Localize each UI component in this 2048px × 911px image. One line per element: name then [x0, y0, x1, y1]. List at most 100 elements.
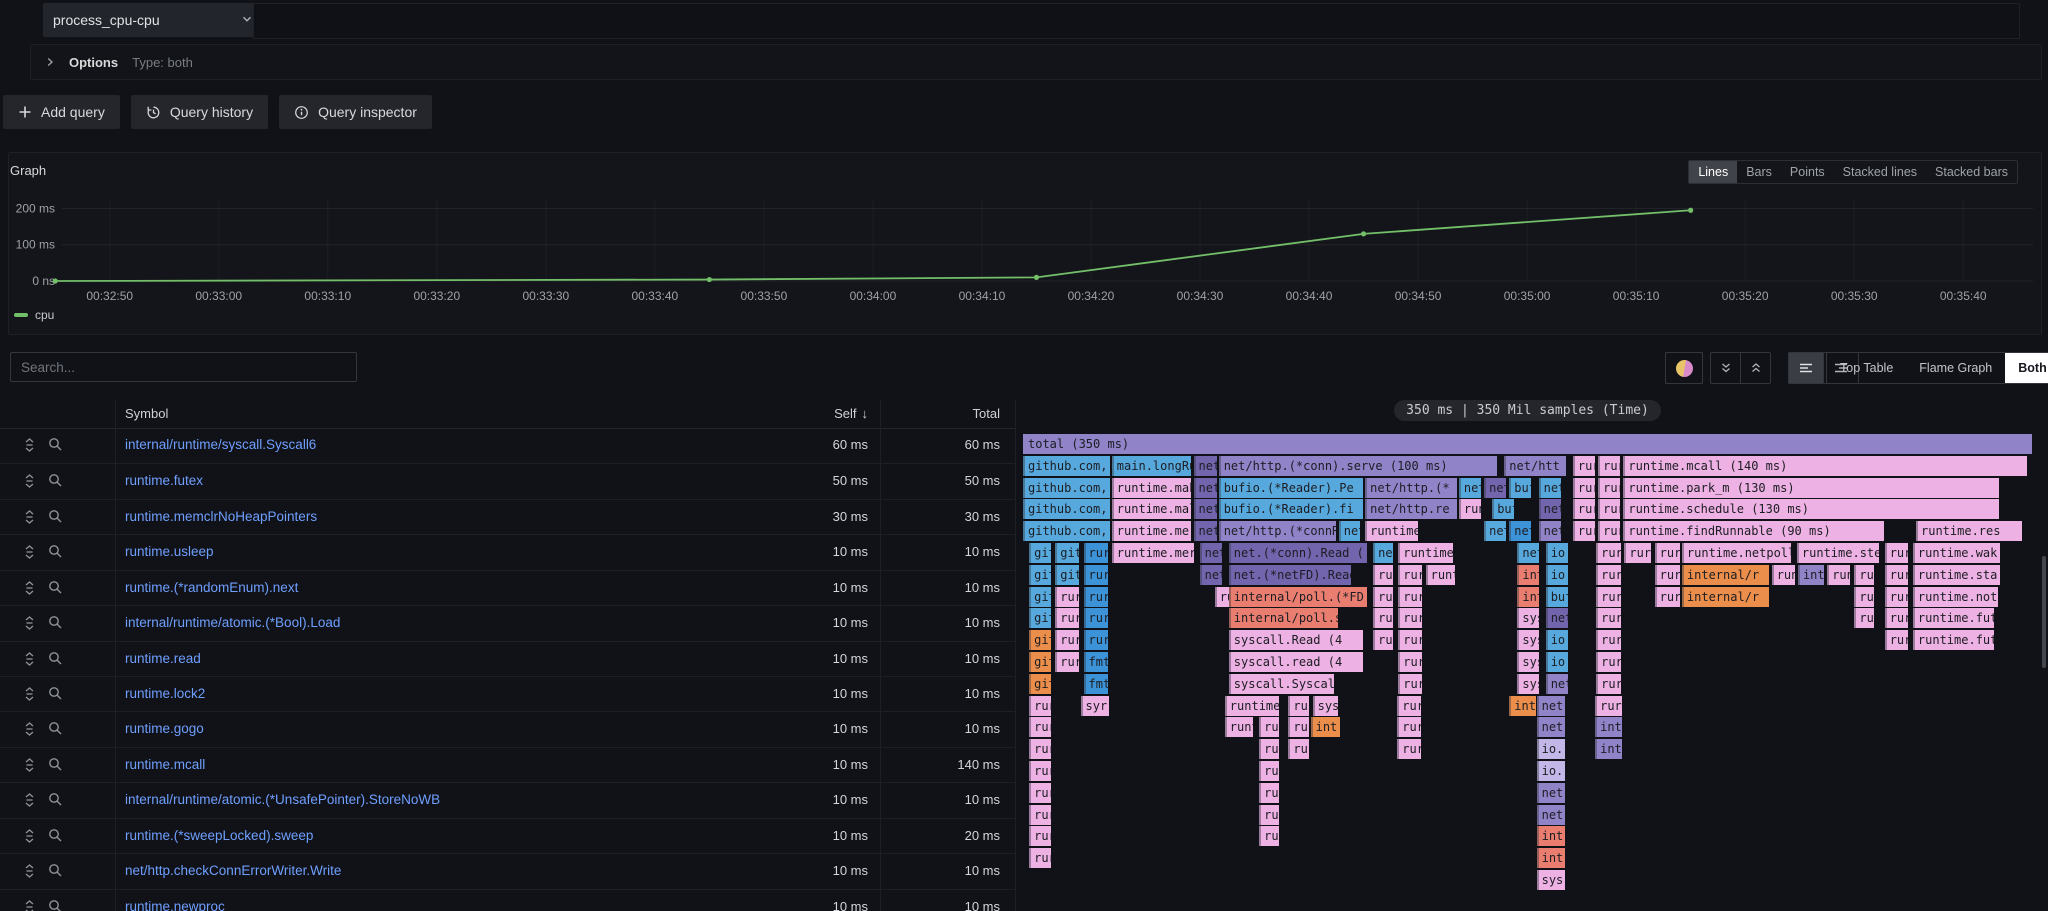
- column-header-self[interactable]: Self ↓: [834, 406, 868, 421]
- flame-block[interactable]: net: [1539, 478, 1561, 498]
- flame-block[interactable]: rur: [1397, 696, 1421, 716]
- flame-block[interactable]: rur: [1885, 565, 1908, 585]
- flame-block[interactable]: net: [1194, 499, 1217, 519]
- symbol-link[interactable]: runtime.gogo: [125, 721, 204, 736]
- flame-block[interactable]: runtime.park_m (130 ms): [1623, 478, 1998, 498]
- flame-block[interactable]: rur: [1573, 456, 1595, 476]
- flame-block[interactable]: sys: [1537, 870, 1565, 890]
- view-flame-graph[interactable]: Flame Graph: [1906, 353, 2005, 383]
- flame-block[interactable]: syscall.Read (4: [1229, 630, 1363, 650]
- flame-block[interactable]: rur: [1885, 630, 1908, 650]
- flame-block[interactable]: internal/r: [1682, 565, 1769, 585]
- flame-block[interactable]: rur: [1655, 543, 1680, 563]
- flame-block[interactable]: runtime.mal: [1112, 499, 1192, 519]
- flame-block[interactable]: io.: [1546, 652, 1568, 672]
- sandwich-view-icon[interactable]: [22, 863, 38, 879]
- flame-block[interactable]: git: [1029, 587, 1051, 607]
- search-icon[interactable]: [48, 509, 64, 525]
- data-point[interactable]: [1361, 231, 1366, 236]
- flame-block[interactable]: rur: [1029, 739, 1051, 759]
- flame-block[interactable]: rur: [1398, 608, 1422, 628]
- search-icon[interactable]: [48, 899, 64, 911]
- flame-block[interactable]: buf: [1509, 478, 1531, 498]
- flame-block[interactable]: total (350 ms): [1023, 434, 2032, 454]
- flame-block[interactable]: rur: [1397, 717, 1421, 737]
- flame-block[interactable]: rur: [1598, 521, 1620, 541]
- sandwich-view-icon[interactable]: [22, 721, 38, 737]
- sandwich-view-icon[interactable]: [22, 686, 38, 702]
- flame-block[interactable]: runtime: [1365, 521, 1418, 541]
- flame-block[interactable]: rur: [1598, 478, 1620, 498]
- column-header-total[interactable]: Total: [973, 406, 1000, 421]
- flame-block[interactable]: git: [1029, 543, 1051, 563]
- flame-block[interactable]: rur: [1029, 826, 1051, 846]
- view-top-table[interactable]: Top Table: [1827, 353, 1906, 383]
- flame-block[interactable]: rur: [1598, 499, 1620, 519]
- flame-block[interactable]: rur: [1373, 565, 1393, 585]
- draw-mode-bars[interactable]: Bars: [1737, 161, 1781, 183]
- flame-block[interactable]: rur: [1084, 630, 1108, 650]
- flame-block[interactable]: int: [1517, 565, 1538, 585]
- sandwich-view-icon[interactable]: [22, 509, 38, 525]
- flame-block[interactable]: rur: [1259, 739, 1279, 759]
- flame-block[interactable]: rur: [1259, 805, 1279, 825]
- flame-block[interactable]: fmt: [1084, 652, 1108, 672]
- flame-block[interactable]: net: [1537, 783, 1565, 803]
- symbol-link[interactable]: runtime.futex: [125, 473, 203, 488]
- flame-block[interactable]: rur: [1596, 652, 1621, 672]
- sandwich-view-icon[interactable]: [22, 757, 38, 773]
- flame-block[interactable]: rur: [1373, 630, 1393, 650]
- symbol-link[interactable]: internal/runtime/syscall.Syscall6: [125, 437, 316, 452]
- flame-block[interactable]: sys: [1517, 630, 1538, 650]
- sandwich-view-icon[interactable]: [22, 544, 38, 560]
- flame-block[interactable]: io.: [1546, 543, 1568, 563]
- profile-type-dropdown[interactable]: process_cpu-cpu: [43, 3, 263, 37]
- search-icon[interactable]: [48, 792, 64, 808]
- sandwich-view-icon[interactable]: [22, 437, 38, 453]
- flame-block[interactable]: git: [1029, 608, 1051, 628]
- symbol-link[interactable]: runtime.mcall: [125, 757, 205, 772]
- flame-block[interactable]: runtime.res: [1916, 521, 2022, 541]
- flame-block[interactable]: rur: [1398, 630, 1422, 650]
- search-icon[interactable]: [48, 544, 64, 560]
- flame-block[interactable]: git: [1055, 565, 1079, 585]
- flame-block[interactable]: runtime.wak: [1913, 543, 2000, 563]
- flame-block[interactable]: runtime.ste: [1797, 543, 1879, 563]
- flame-block[interactable]: io.: [1546, 565, 1568, 585]
- flame-block[interactable]: internal/poll.s: [1229, 608, 1338, 628]
- data-point[interactable]: [1688, 208, 1693, 213]
- flame-block[interactable]: io.: [1537, 761, 1565, 781]
- flame-block[interactable]: github.com,: [1023, 456, 1110, 476]
- symbol-link[interactable]: runtime.usleep: [125, 544, 214, 559]
- flame-block[interactable]: fmt: [1084, 674, 1108, 694]
- search-icon[interactable]: [48, 721, 64, 737]
- flame-block[interactable]: net/http.(*connRea: [1219, 521, 1336, 541]
- flame-block[interactable]: net: [1539, 499, 1561, 519]
- flame-block[interactable]: int: [1311, 717, 1340, 737]
- flame-block[interactable]: rur: [1655, 565, 1680, 585]
- flame-block[interactable]: bufio.(*Reader).Pe: [1219, 478, 1363, 498]
- flame-block[interactable]: runtime.findRunnable (90 ms): [1623, 521, 1883, 541]
- flame-block[interactable]: runtime: [1398, 543, 1453, 563]
- flame-block[interactable]: rur: [1084, 543, 1108, 563]
- flame-block[interactable]: rur: [1029, 761, 1051, 781]
- flame-block[interactable]: net.(*netFD).Read: [1229, 565, 1351, 585]
- search-icon[interactable]: [48, 686, 64, 702]
- flame-block[interactable]: net: [1194, 478, 1217, 498]
- flame-block[interactable]: rur: [1373, 608, 1393, 628]
- flame-block[interactable]: runtime.sta: [1913, 565, 2000, 585]
- flame-block[interactable]: rur: [1288, 696, 1308, 716]
- flame-block[interactable]: rur: [1885, 587, 1908, 607]
- flame-block[interactable]: rur: [1885, 608, 1908, 628]
- search-icon[interactable]: [48, 473, 64, 489]
- flame-block[interactable]: runtime.fut: [1913, 630, 1994, 650]
- flame-block[interactable]: rur: [1854, 587, 1873, 607]
- flame-block[interactable]: runtime.netpoll: [1682, 543, 1791, 563]
- flame-block[interactable]: git: [1029, 652, 1051, 672]
- flame-block[interactable]: net/http.(*: [1365, 478, 1457, 498]
- flame-block[interactable]: sys: [1313, 696, 1338, 716]
- flame-block[interactable]: int: [1537, 848, 1565, 868]
- flame-block[interactable]: int: [1537, 826, 1565, 846]
- flame-block[interactable]: github.com,: [1023, 478, 1110, 498]
- sandwich-view-icon[interactable]: [22, 651, 38, 667]
